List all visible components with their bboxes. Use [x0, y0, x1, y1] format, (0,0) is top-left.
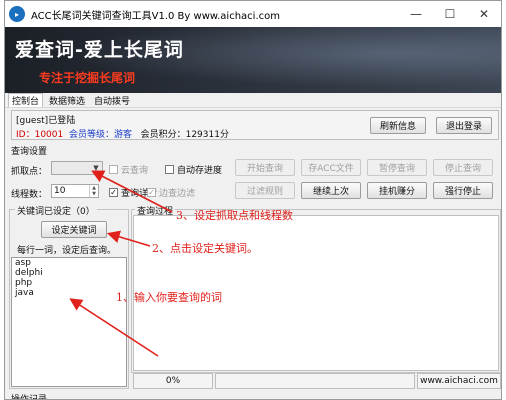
grab-point-select[interactable]: ▼	[51, 161, 103, 175]
thread-count-label: 线程数：	[11, 190, 48, 200]
progress-indicator: 0%	[133, 373, 213, 389]
tab-data-filter[interactable]: 数据筛选	[46, 94, 88, 107]
operation-log-label: 操作记录	[11, 395, 48, 400]
grab-point-label: 抓取点：	[11, 167, 48, 177]
member-level-label: 会员等级：	[68, 130, 114, 140]
check-mark-icon: ✓	[147, 188, 156, 197]
window-title: ACC长尾词关键词查询工具V1.0 By www.aichaci.com	[31, 10, 280, 22]
tab-auto-dial[interactable]: 自动拨号	[91, 94, 133, 107]
hangup-earn-button[interactable]: 挂机赚分	[367, 182, 427, 199]
refresh-info-button[interactable]: 刷新信息	[370, 117, 426, 134]
minimize-button[interactable]: —	[399, 1, 433, 27]
keyword-item: java	[15, 288, 34, 298]
banner-title: 爱查词-爱上长尾词	[15, 39, 184, 61]
keywords-textarea[interactable]: asp delphi php java	[11, 257, 127, 387]
stop-query-button[interactable]: 停止查询	[433, 159, 493, 176]
chevron-down-icon: ▼	[93, 164, 99, 172]
continue-last-button[interactable]: 继续上次	[301, 182, 361, 199]
tab-bar: 控制台 数据筛选 自动拨号	[5, 93, 501, 108]
force-stop-button[interactable]: 强行停止	[433, 182, 493, 199]
checkbox-box	[165, 165, 174, 174]
pause-query-button[interactable]: 暂停查询	[367, 159, 427, 176]
auto-save-label: 自动存进度	[177, 166, 223, 176]
title-bar: ACC长尾词关键词查询工具V1.0 By www.aichaci.com — ☐…	[5, 1, 501, 27]
filter-while-query-checkbox[interactable]: ✓ 边查边滤	[147, 186, 195, 199]
annotation-step-3: 3、设定抓取点和线程数	[176, 209, 293, 222]
close-button[interactable]: ✕	[467, 1, 501, 27]
check-mark-icon: ✓	[109, 188, 118, 197]
progress-bar	[215, 373, 415, 389]
set-keywords-button[interactable]: 设定关键词	[41, 221, 107, 238]
start-query-button[interactable]: 开始查询	[235, 159, 295, 176]
app-window: ACC长尾词关键词查询工具V1.0 By www.aichaci.com — ☐…	[4, 0, 502, 400]
login-status: [guest]已登陆	[16, 116, 76, 126]
banner-slogan: 专注于挖掘长尾词	[39, 71, 136, 85]
keyword-item: php	[15, 278, 33, 288]
app-logo-icon	[9, 6, 25, 22]
site-url[interactable]: www.aichaci.com	[417, 373, 501, 389]
user-id-label: ID：	[16, 130, 35, 140]
filter-while-query-label: 边查边滤	[159, 189, 196, 199]
member-level-value: 游客	[113, 130, 132, 140]
query-settings-title: 查询设置	[11, 147, 48, 157]
thread-count-input[interactable]: 10 ▲ ▼	[51, 184, 99, 198]
member-points-value: 129311分	[185, 130, 229, 140]
checkbox-box	[109, 165, 118, 174]
thread-count-value: 10	[54, 186, 66, 196]
maximize-button[interactable]: ☐	[433, 1, 467, 27]
keyword-item: delphi	[15, 268, 43, 278]
keyword-item: asp	[15, 258, 31, 268]
keywords-hint: 每行一词，设定后查询。	[17, 246, 117, 256]
user-details: ID：10001 会员等级：游客 会员积分：129311分	[16, 127, 229, 140]
spinner-arrows-icon[interactable]: ▲ ▼	[89, 185, 98, 197]
tab-console[interactable]: 控制台	[8, 93, 44, 107]
annotation-step-1: 1、输入你要查询的词	[116, 291, 222, 304]
logout-button[interactable]: 退出登录	[436, 117, 492, 134]
member-points-label: 会员积分：	[140, 130, 186, 140]
user-info-panel: [guest]已登陆 ID：10001 会员等级：游客 会员积分：129311分…	[11, 110, 499, 140]
keywords-set-count: 关键词已设定（0）	[15, 204, 97, 217]
user-id-value: 10001	[34, 130, 64, 140]
brand-banner: 爱查词-爱上长尾词 专注于挖掘长尾词	[5, 27, 501, 93]
cloud-query-checkbox[interactable]: 云查询	[109, 163, 148, 176]
save-acc-button[interactable]: 存ACC文件	[301, 159, 361, 176]
filter-rules-button[interactable]: 过滤规则	[235, 182, 295, 199]
annotation-step-2: 2、点击设定关键词。	[152, 242, 258, 255]
cloud-query-label: 云查询	[121, 166, 149, 176]
auto-save-checkbox[interactable]: 自动存进度	[165, 163, 222, 176]
